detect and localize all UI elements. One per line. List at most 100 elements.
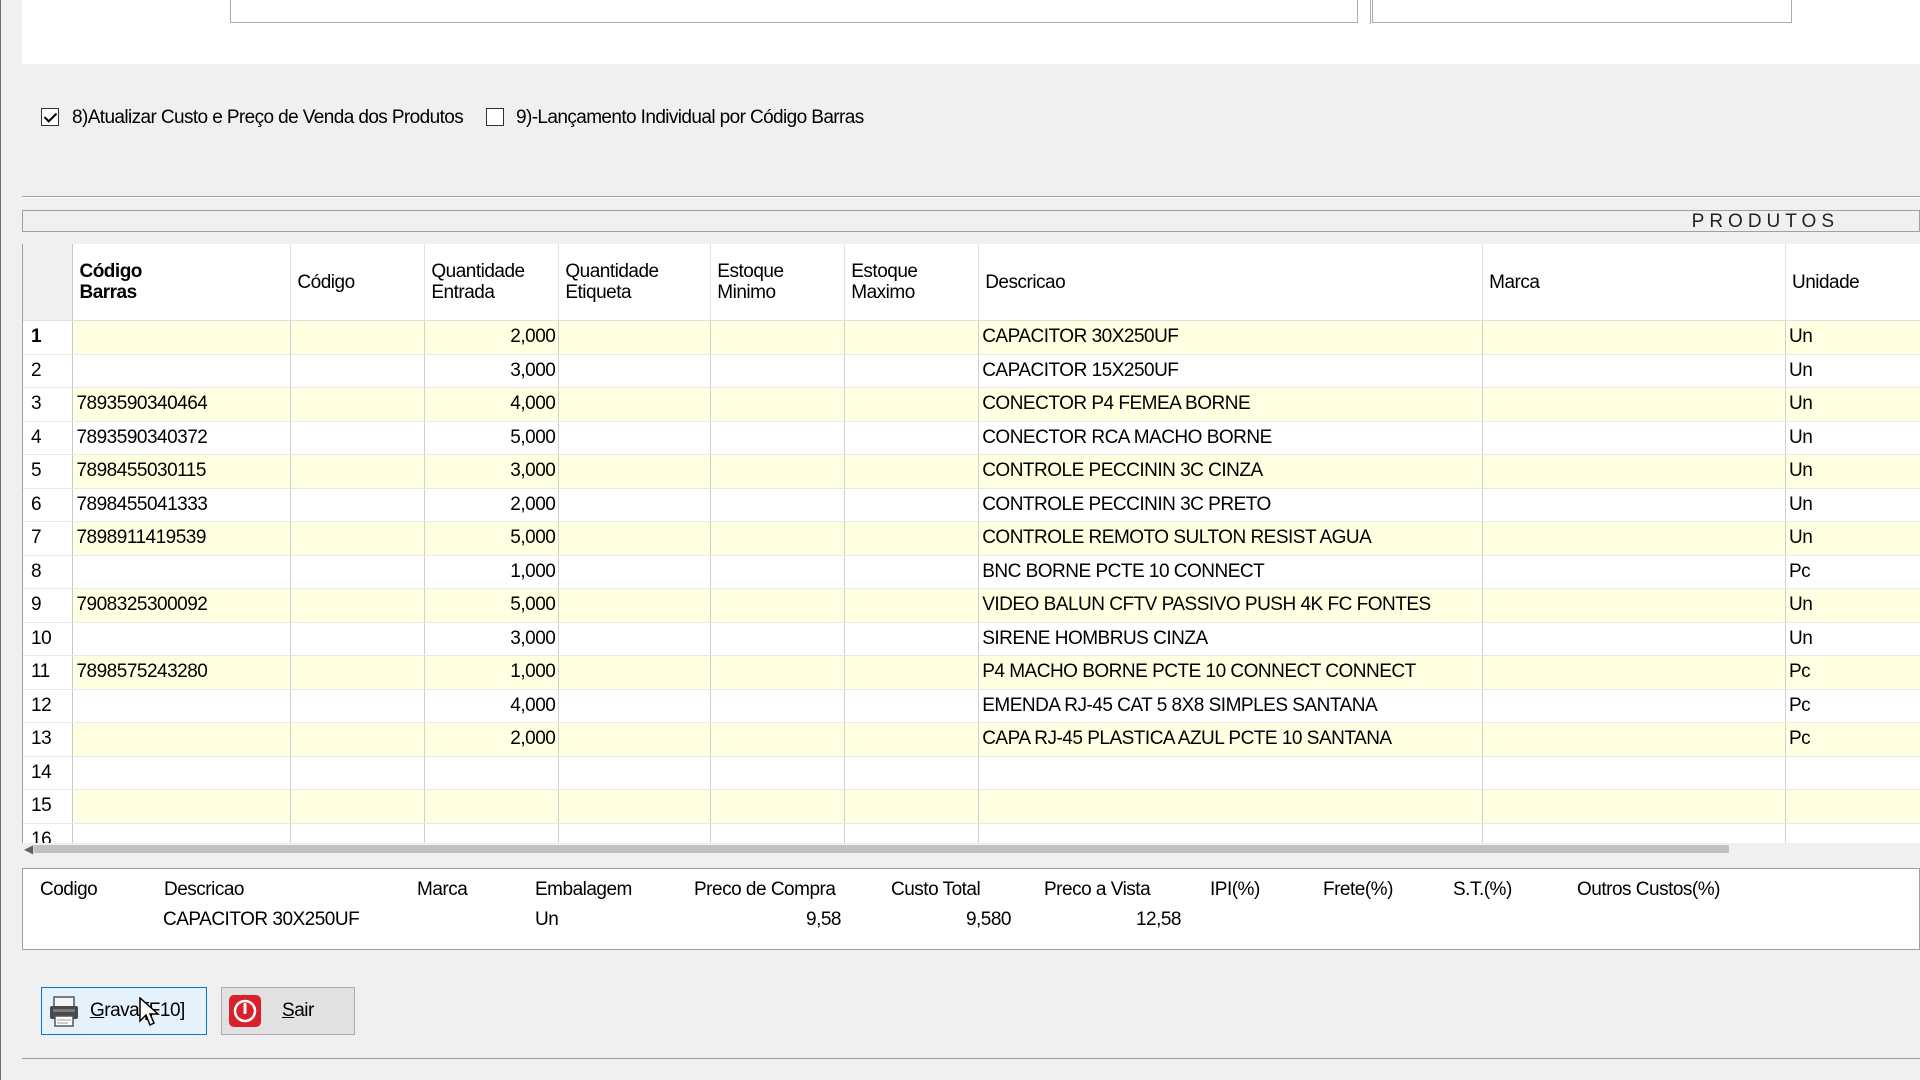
col-header-codigo[interactable]: Código — [290, 244, 426, 321]
cell-marca[interactable] — [1482, 488, 1786, 522]
row-number-cell[interactable]: 7 — [23, 521, 74, 556]
cell-unidade[interactable]: Un — [1785, 622, 1920, 656]
cell-marca[interactable] — [1482, 354, 1786, 388]
cell-descricao[interactable]: CONECTOR P4 FEMEA BORNE — [978, 387, 1484, 422]
opt9-checkbox[interactable] — [486, 108, 504, 126]
cell-descricao[interactable] — [978, 823, 1484, 844]
cell-codigo[interactable] — [290, 421, 426, 455]
cell-marca[interactable] — [1482, 722, 1786, 757]
cell-estoque-maximo[interactable] — [844, 823, 980, 844]
cell-codigo-barras[interactable] — [72, 320, 292, 355]
row-number-cell[interactable]: 8 — [23, 555, 74, 589]
sair-button[interactable]: Sair — [221, 987, 355, 1035]
cell-codigo-barras[interactable]: 7898455030115 — [72, 454, 292, 489]
row-number-cell[interactable]: 12 — [23, 689, 74, 723]
cell-codigo-barras[interactable] — [72, 555, 292, 589]
cell-codigo-barras[interactable] — [72, 756, 292, 790]
cell-qtd-entrada[interactable] — [424, 823, 560, 844]
cell-descricao[interactable] — [978, 756, 1484, 790]
cell-codigo[interactable] — [290, 454, 426, 489]
cell-marca[interactable] — [1482, 454, 1786, 489]
cell-codigo[interactable] — [290, 521, 426, 556]
col-header-marca[interactable]: Marca — [1482, 244, 1786, 321]
cell-codigo[interactable] — [290, 722, 426, 757]
row-number-cell[interactable]: 13 — [23, 722, 74, 757]
cell-qtd-entrada[interactable]: 5,000 — [424, 421, 560, 455]
row-number-cell[interactable]: 10 — [23, 622, 74, 656]
cell-marca[interactable] — [1482, 421, 1786, 455]
cell-estoque-minimo[interactable] — [710, 421, 846, 455]
cell-descricao[interactable]: SIRENE HOMBRUS CINZA — [978, 622, 1484, 656]
cell-descricao[interactable]: CAPACITOR 30X250UF — [978, 320, 1484, 355]
row-number-cell[interactable]: 15 — [23, 789, 74, 824]
cell-qtd-etiqueta[interactable] — [558, 555, 712, 589]
row-number-cell[interactable]: 6 — [23, 488, 74, 522]
cell-marca[interactable] — [1482, 689, 1786, 723]
cell-estoque-maximo[interactable] — [844, 588, 980, 623]
col-header-qtd-etiqueta[interactable]: Quantidade Etiqueta — [558, 244, 712, 321]
table-row[interactable]: 1 2,000 CAPACITOR 30X250UF Un — [23, 320, 1920, 355]
cell-unidade[interactable] — [1785, 756, 1920, 790]
cell-codigo-barras[interactable]: 7898455041333 — [72, 488, 292, 522]
cell-descricao[interactable]: EMENDA RJ-45 CAT 5 8X8 SIMPLES SANTANA — [978, 689, 1484, 723]
cell-marca[interactable] — [1482, 655, 1786, 690]
cell-codigo[interactable] — [290, 689, 426, 723]
col-header-estoque-minimo[interactable]: Estoque Minimo — [710, 244, 846, 321]
cell-marca[interactable] — [1482, 622, 1786, 656]
cell-estoque-minimo[interactable] — [710, 655, 846, 690]
cell-estoque-minimo[interactable] — [710, 588, 846, 623]
table-row[interactable]: 16 — [23, 823, 1920, 844]
cell-descricao[interactable]: CONTROLE PECCININ 3C CINZA — [978, 454, 1484, 489]
table-row[interactable]: 10 3,000 SIRENE HOMBRUS CINZA Un — [23, 622, 1920, 656]
cell-qtd-etiqueta[interactable] — [558, 320, 712, 355]
cell-estoque-minimo[interactable] — [710, 354, 846, 388]
cell-unidade[interactable]: Un — [1785, 320, 1920, 355]
cell-estoque-minimo[interactable] — [710, 387, 846, 422]
cell-unidade[interactable]: Pc — [1785, 655, 1920, 690]
row-number-cell[interactable]: 5 — [23, 454, 74, 489]
cell-estoque-maximo[interactable] — [844, 354, 980, 388]
cell-codigo[interactable] — [290, 655, 426, 690]
cell-estoque-maximo[interactable] — [844, 622, 980, 656]
cell-estoque-maximo[interactable] — [844, 521, 980, 556]
cell-marca[interactable] — [1482, 823, 1786, 844]
cell-estoque-maximo[interactable] — [844, 722, 980, 757]
cell-qtd-etiqueta[interactable] — [558, 588, 712, 623]
cell-qtd-entrada[interactable] — [424, 789, 560, 824]
cell-estoque-minimo[interactable] — [710, 454, 846, 489]
col-header-unidade[interactable]: Unidade — [1785, 244, 1920, 321]
cell-estoque-maximo[interactable] — [844, 421, 980, 455]
cell-estoque-maximo[interactable] — [844, 789, 980, 824]
cell-codigo-barras[interactable] — [72, 722, 292, 757]
cell-descricao[interactable]: VIDEO BALUN CFTV PASSIVO PUSH 4K FC FONT… — [978, 588, 1484, 623]
cell-qtd-etiqueta[interactable] — [558, 655, 712, 690]
cell-qtd-etiqueta[interactable] — [558, 756, 712, 790]
cell-qtd-entrada[interactable]: 1,000 — [424, 555, 560, 589]
cell-codigo-barras[interactable]: 7893590340372 — [72, 421, 292, 455]
top-text-field[interactable] — [230, 0, 1358, 23]
opt8-label[interactable]: 8)Atualizar Custo e Preço de Venda dos P… — [72, 107, 464, 129]
cell-codigo-barras[interactable] — [72, 622, 292, 656]
cell-estoque-minimo[interactable] — [710, 722, 846, 757]
cell-codigo-barras[interactable] — [72, 689, 292, 723]
cell-unidade[interactable] — [1785, 789, 1920, 824]
cell-descricao[interactable]: CONTROLE PECCININ 3C PRETO — [978, 488, 1484, 522]
row-number-cell[interactable]: 16 — [23, 823, 74, 844]
table-row[interactable]: 9 7908325300092 5,000 VIDEO BALUN CFTV PASS… — [23, 588, 1920, 623]
col-header-descricao[interactable]: Descricao — [978, 244, 1484, 321]
cell-qtd-etiqueta[interactable] — [558, 622, 712, 656]
table-row[interactable]: 13 2,000 CAPA RJ-45 PLASTICA AZUL PCTE 10 … — [23, 722, 1920, 757]
products-grid[interactable]: Código Barras Código Quantidade Entrada Qu… — [22, 244, 1920, 844]
cell-qtd-entrada[interactable]: 3,000 — [424, 622, 560, 656]
cell-estoque-maximo[interactable] — [844, 488, 980, 522]
table-row[interactable]: 8 1,000 BNC BORNE PCTE 10 CONNECT Pc — [23, 555, 1920, 589]
cell-qtd-etiqueta[interactable] — [558, 454, 712, 489]
cell-unidade[interactable]: Un — [1785, 588, 1920, 623]
cell-estoque-minimo[interactable] — [710, 823, 846, 844]
cell-qtd-entrada[interactable]: 5,000 — [424, 521, 560, 556]
table-row[interactable]: 5 7898455030115 3,000 CONTROLE PECCININ 3C … — [23, 454, 1920, 489]
cell-unidade[interactable]: Pc — [1785, 689, 1920, 723]
cell-qtd-etiqueta[interactable] — [558, 722, 712, 757]
cell-qtd-etiqueta[interactable] — [558, 354, 712, 388]
cell-qtd-entrada[interactable]: 3,000 — [424, 454, 560, 489]
